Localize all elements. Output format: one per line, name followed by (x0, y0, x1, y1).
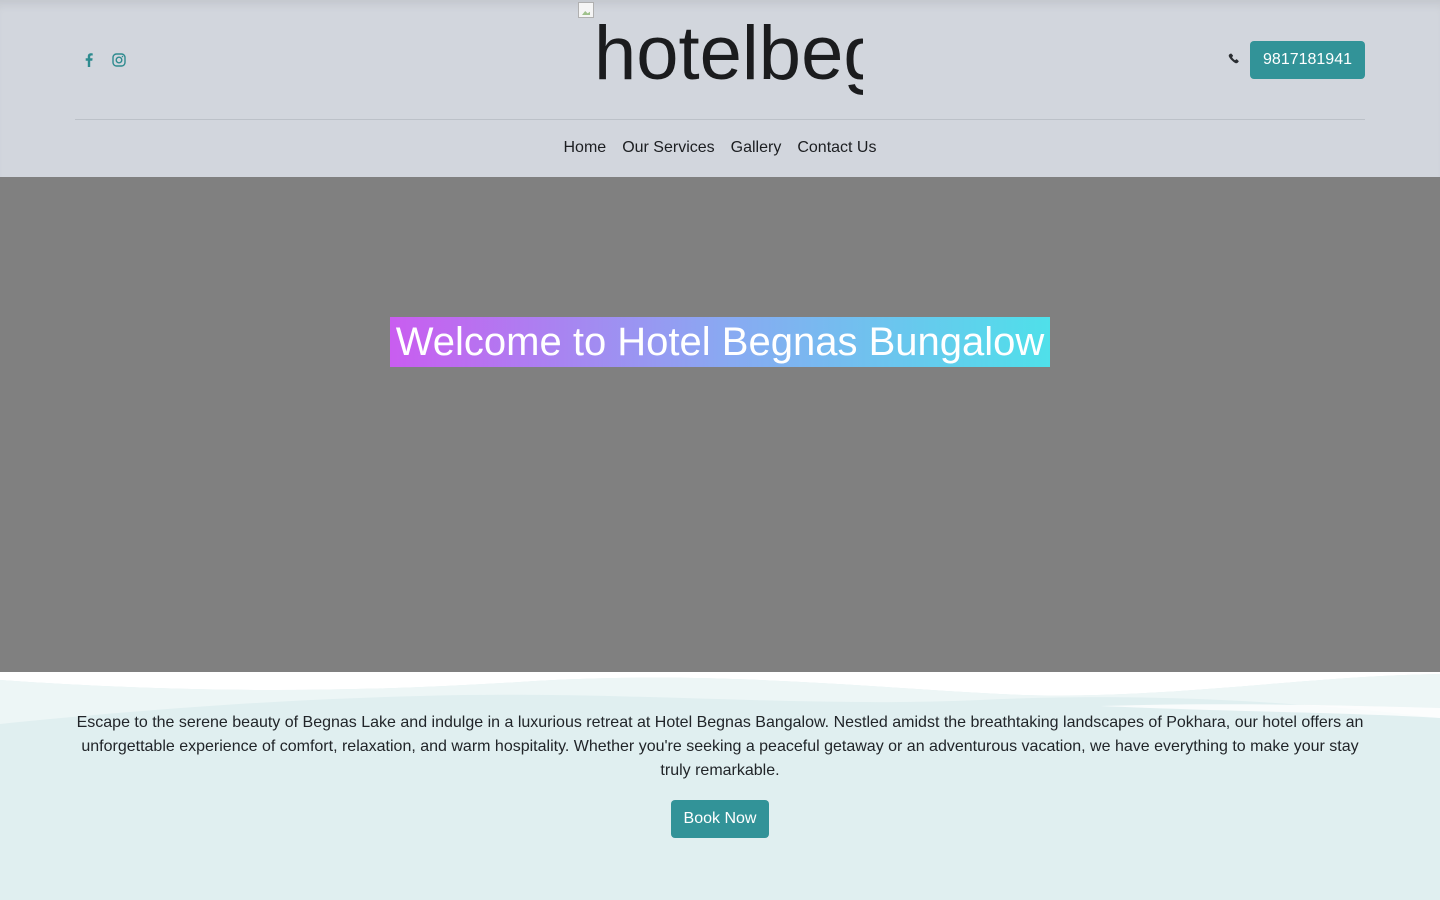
main-nav: Home Our Services Gallery Contact Us (0, 136, 1440, 160)
book-now-button[interactable]: Book Now (671, 800, 769, 838)
facebook-icon[interactable] (81, 51, 97, 69)
site-logo[interactable]: hotelbegnas (578, 2, 863, 102)
phone-number-button[interactable]: 9817181941 (1250, 41, 1365, 79)
instagram-icon[interactable] (111, 51, 127, 69)
logo-alt-text: hotelbegnas (594, 11, 863, 96)
phone-icon (1226, 51, 1240, 65)
header-top-bar: hotelbegnas 9817181941 (75, 0, 1365, 120)
hero-title: Welcome to Hotel Begnas Bungalow (390, 317, 1050, 367)
intro-section: Escape to the serene beauty of Begnas La… (0, 672, 1440, 900)
nav-item-contact-us[interactable]: Contact Us (797, 136, 876, 160)
broken-image-icon (578, 2, 594, 18)
social-links (81, 51, 127, 69)
nav-item-our-services[interactable]: Our Services (622, 136, 714, 160)
nav-item-home[interactable]: Home (564, 136, 607, 160)
header-contact: 9817181941 (1226, 41, 1365, 79)
hero-section: Welcome to Hotel Begnas Bungalow (0, 177, 1440, 672)
intro-paragraph: Escape to the serene beauty of Begnas La… (76, 714, 1364, 779)
site-header: hotelbegnas 9817181941 Home Our Services… (0, 0, 1440, 177)
nav-item-gallery[interactable]: Gallery (731, 136, 782, 160)
